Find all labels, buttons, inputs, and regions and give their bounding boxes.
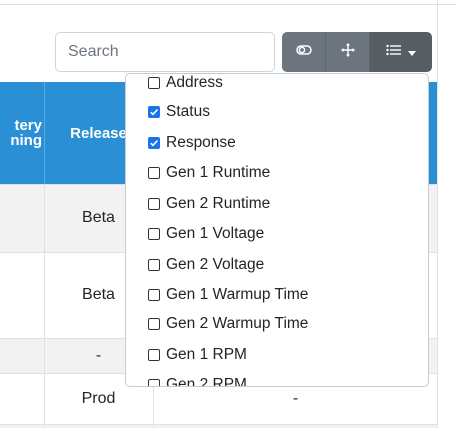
- list-icon: [386, 43, 402, 61]
- checkbox-unchecked[interactable]: [148, 198, 160, 210]
- column-option-gen1-voltage[interactable]: Gen 1 Voltage: [148, 223, 264, 245]
- checkbox-unchecked[interactable]: [148, 167, 160, 179]
- checkbox-unchecked[interactable]: [148, 349, 160, 361]
- column-option-response[interactable]: Response: [148, 132, 236, 154]
- column-option-gen2-runtime[interactable]: Gen 2 Runtime: [148, 193, 270, 215]
- checkbox-unchecked[interactable]: [148, 318, 160, 330]
- column-option-status[interactable]: Status: [148, 101, 210, 123]
- toggle-icon: [295, 43, 312, 61]
- column-option-gen2-voltage[interactable]: Gen 2 Voltage: [148, 254, 264, 276]
- checkbox-checked[interactable]: [148, 137, 160, 149]
- column-option-label: Response: [166, 134, 236, 151]
- top-border: [0, 0, 456, 5]
- column-option-gen2-rpm[interactable]: Gen 2 RPM: [148, 374, 247, 387]
- column-option-label: Gen 2 Warmup Time: [166, 315, 309, 332]
- column-option-label: Gen 1 Voltage: [166, 225, 265, 242]
- column-option-label: Gen 2 Runtime: [166, 195, 271, 212]
- checkbox-unchecked[interactable]: [148, 289, 160, 301]
- column-option-label: Status: [166, 103, 210, 120]
- checkbox-unchecked[interactable]: [148, 379, 160, 386]
- caret-down-icon: [408, 43, 416, 61]
- header-partial-line1: tery: [14, 117, 42, 134]
- search-input[interactable]: [55, 32, 275, 72]
- column-option-gen1-runtime[interactable]: Gen 1 Runtime: [148, 162, 270, 184]
- column-option-label: Gen 1 RPM: [166, 346, 247, 363]
- column-option-address[interactable]: Address: [148, 74, 223, 94]
- column-option-label: Address: [166, 74, 223, 91]
- checkbox-unchecked[interactable]: [148, 77, 160, 89]
- toggle-view-button[interactable]: [282, 32, 326, 72]
- column-option-label: Gen 2 RPM: [166, 376, 247, 387]
- table-toolbar: [282, 32, 432, 72]
- move-columns-button[interactable]: [326, 32, 370, 72]
- checkbox-unchecked[interactable]: [148, 259, 160, 271]
- column-option-label: Gen 1 Warmup Time: [166, 286, 309, 303]
- header-partial-column[interactable]: tery ning: [0, 82, 44, 184]
- column-option-label: Gen 2 Voltage: [166, 256, 265, 273]
- column-option-gen1-warmup-time[interactable]: Gen 1 Warmup Time: [148, 284, 308, 306]
- columns-dropdown-button[interactable]: [370, 32, 432, 72]
- column-option-gen2-warmup-time[interactable]: Gen 2 Warmup Time: [148, 313, 308, 335]
- table-right-edge: [437, 0, 438, 428]
- table-row: [0, 424, 437, 428]
- checkbox-checked[interactable]: [148, 106, 160, 118]
- checkbox-unchecked[interactable]: [148, 228, 160, 240]
- column-option-label: Gen 1 Runtime: [166, 164, 271, 181]
- columns-dropdown-menu: Address Status Response Gen 1 Runtime Ge…: [125, 73, 429, 387]
- move-arrows-icon: [340, 42, 356, 63]
- column-option-gen1-rpm[interactable]: Gen 1 RPM: [148, 344, 247, 366]
- header-partial-line2: ning: [10, 132, 42, 149]
